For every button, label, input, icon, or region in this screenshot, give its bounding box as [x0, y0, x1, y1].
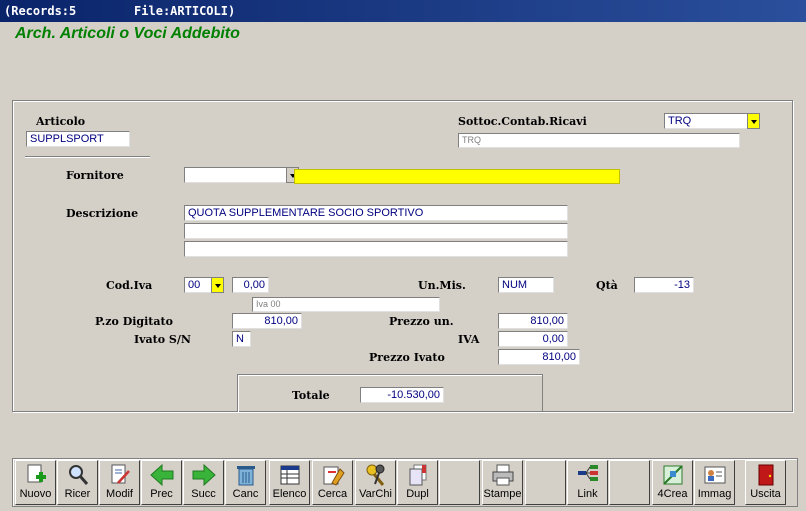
prec-button[interactable]: Prec — [141, 460, 182, 505]
fornitore-name-field[interactable] — [294, 169, 620, 184]
search-doc-icon — [323, 466, 345, 486]
canc-button[interactable]: Canc — [225, 460, 266, 505]
uscita-label: Uscita — [750, 488, 781, 500]
sottoconto-select[interactable]: TRQ — [664, 113, 748, 129]
new-doc-icon — [27, 464, 46, 483]
magnifier-icon — [68, 465, 88, 485]
nuovo-label: Nuovo — [19, 488, 52, 500]
succ-label: Succ — [191, 488, 216, 500]
ivato-label: Ivato S/N — [134, 333, 191, 346]
arrow-right-icon — [192, 463, 216, 487]
stampe-button[interactable]: Stampe — [482, 460, 523, 505]
page-title: Arch. Articoli o Voci Addebito — [15, 25, 240, 42]
varchi-label: VarChi — [359, 488, 392, 500]
canc-label: Canc — [232, 488, 259, 500]
dupl-button[interactable]: Dupl — [397, 460, 438, 505]
unmis-label: Un.Mis. — [418, 279, 466, 292]
prezzo-un-field: 810,00 — [498, 313, 568, 329]
empty-button-1[interactable] — [439, 460, 480, 505]
codiva-select[interactable]: 00 — [184, 277, 212, 293]
edit-doc-icon — [111, 464, 130, 484]
cerca-button[interactable]: Cerca — [312, 460, 353, 505]
descrizione-label: Descrizione — [66, 207, 139, 220]
divider — [25, 156, 150, 158]
cerca-label: Cerca — [317, 488, 348, 500]
codiva-percent-field: 0,00 — [232, 277, 269, 293]
dupl-label: Dupl — [406, 488, 429, 500]
varchi-button[interactable]: VarChi — [355, 460, 396, 505]
exit-door-icon — [758, 464, 773, 486]
modif-label: Modif — [106, 488, 133, 500]
codiva-description: Iva 00 — [252, 297, 440, 312]
create-icon — [662, 465, 683, 485]
chevron-down-icon[interactable] — [211, 277, 224, 293]
arrow-left-icon — [149, 463, 173, 487]
empty-button-2[interactable] — [525, 460, 566, 505]
prec-label: Prec — [150, 488, 173, 500]
chevron-down-icon[interactable] — [747, 113, 760, 129]
fornitore-label: Fornitore — [66, 169, 124, 182]
prezzo-ivato-label: Prezzo Ivato — [369, 351, 445, 364]
totale-field: -10.530,00 — [360, 387, 444, 403]
iva-label: IVA — [458, 333, 480, 346]
succ-button[interactable]: Succ — [183, 460, 224, 505]
ricer-button[interactable]: Ricer — [57, 460, 98, 505]
printer-icon — [492, 464, 513, 486]
keys-icon — [366, 464, 384, 486]
unmis-field[interactable]: NUM — [498, 277, 554, 293]
uscita-button[interactable]: Uscita — [745, 460, 786, 505]
nuovo-button[interactable]: Nuovo — [15, 460, 56, 505]
iva-field: 0,00 — [498, 331, 568, 347]
empty-button-3[interactable] — [609, 460, 650, 505]
immag-label: Immag — [697, 488, 732, 500]
articolo-field[interactable]: SUPPLSPORT — [26, 131, 130, 147]
descrizione-field-1[interactable]: QUOTA SUPPLEMENTARE SOCIO SPORTIVO — [184, 205, 568, 221]
link-button[interactable]: Link — [567, 460, 608, 505]
link-icon — [577, 465, 598, 481]
trash-icon — [236, 466, 255, 486]
prezzo-un-label: Prezzo un. — [389, 315, 454, 328]
codiva-label: Cod.Iva — [106, 279, 153, 292]
ricer-label: Ricer — [64, 488, 91, 500]
descrizione-field-3[interactable] — [184, 241, 568, 257]
qta-field[interactable]: -13 — [634, 277, 694, 293]
sottoconto-label: Sottoc.Contab.Ricavi — [458, 115, 587, 128]
list-icon — [280, 465, 299, 485]
ivato-field[interactable]: N — [232, 331, 251, 347]
fornitore-code-field[interactable] — [184, 167, 288, 183]
duplicate-icon — [409, 464, 426, 486]
modif-button[interactable]: Modif — [99, 460, 140, 505]
elenco-button[interactable]: Elenco — [269, 460, 310, 505]
window-titlebar: (Records:5 File:ARTICOLI) — [0, 0, 806, 22]
pzo-digitato-field[interactable]: 810,00 — [232, 313, 302, 329]
4crea-label: 4Crea — [657, 488, 688, 500]
articolo-label: Articolo — [36, 115, 86, 128]
4crea-button[interactable]: 4Crea — [652, 460, 693, 505]
link-label: Link — [577, 488, 598, 500]
sottoconto-description: TRQ — [458, 133, 740, 148]
pzo-digitato-label: P.zo Digitato — [95, 315, 173, 328]
totale-label: Totale — [292, 389, 330, 402]
prezzo-ivato-field: 810,00 — [498, 349, 580, 365]
stampe-label: Stampe — [483, 488, 522, 500]
immag-button[interactable]: Immag — [694, 460, 735, 505]
qta-label: Qtà — [596, 279, 618, 292]
elenco-label: Elenco — [272, 488, 307, 500]
image-card-icon — [704, 466, 725, 484]
descrizione-field-2[interactable] — [184, 223, 568, 239]
